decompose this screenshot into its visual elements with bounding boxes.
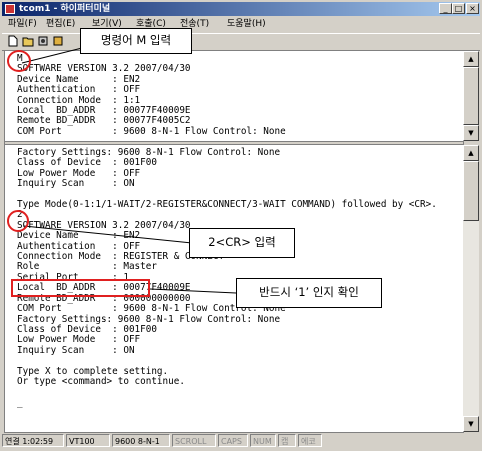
terminal-line: Inquiry Scan : ON bbox=[17, 178, 135, 190]
open-icon[interactable] bbox=[21, 35, 35, 48]
annotation-command-m: 명령어 M 입력 bbox=[80, 28, 192, 54]
scroll-up-icon[interactable]: ▲ bbox=[463, 145, 479, 161]
terminal-line: Connection Mode : 1:1 bbox=[17, 94, 141, 106]
terminal-line: Type X to complete setting. bbox=[17, 365, 169, 377]
highlight-command-m bbox=[7, 50, 31, 72]
highlight-enter-2 bbox=[7, 210, 29, 232]
terminal-line: Device Name : EN2 bbox=[17, 230, 141, 242]
minimize-button[interactable]: _ bbox=[439, 3, 452, 14]
terminal-line: Or type <command> to continue. bbox=[17, 375, 185, 387]
terminal-line: Local BD_ADDR : 00077F40009E bbox=[17, 105, 191, 117]
scroll-thumb[interactable] bbox=[463, 67, 479, 125]
maximize-button[interactable]: □ bbox=[452, 3, 465, 14]
menu-edit[interactable]: 편집(E) bbox=[46, 17, 75, 32]
status-capture: 캡 bbox=[278, 434, 296, 447]
title-bar[interactable]: tcom1 - 하이퍼터미널 _ □ × bbox=[2, 2, 480, 16]
scrollback-pane[interactable]: M SOFTWARE VERSION 3.2 2007/04/30 Device… bbox=[5, 51, 463, 141]
terminal-line: Authentication : OFF bbox=[17, 84, 141, 96]
terminal-line: SOFTWARE VERSION 3.2 2007/04/30 bbox=[17, 63, 191, 75]
hyperterminal-window: tcom1 - 하이퍼터미널 _ □ × 파일(F) 편집(E) 보기(V) 호… bbox=[0, 0, 482, 451]
terminal-line: Authentication : OFF bbox=[17, 240, 141, 252]
terminal-line: Low Power Mode : OFF bbox=[17, 334, 141, 346]
scrollback-text: M SOFTWARE VERSION 3.2 2007/04/30 Device… bbox=[17, 53, 286, 137]
lower-scrollbar[interactable]: ▲ ▼ bbox=[463, 145, 479, 432]
annotation-enter-2: 2<CR> 입력 bbox=[189, 228, 295, 258]
upper-scrollbar[interactable]: ▲ ▼ bbox=[463, 51, 479, 141]
highlight-serial-port bbox=[11, 279, 150, 297]
terminal-line: Low Power Mode : OFF bbox=[17, 167, 141, 179]
status-echo: 에코 bbox=[298, 434, 322, 447]
terminal-line: Remote BD_ADDR : 00077F4005C2 bbox=[17, 115, 191, 127]
annotation-check-serial: 반드시 ‘1’ 인지 확인 bbox=[236, 278, 382, 308]
terminal-line: Device Name : EN2 bbox=[17, 73, 141, 85]
menu-file[interactable]: 파일(F) bbox=[8, 17, 37, 32]
new-icon[interactable] bbox=[6, 35, 20, 48]
scroll-down-icon[interactable]: ▼ bbox=[463, 416, 479, 432]
status-connected-time: 연결 1:02:59 bbox=[2, 434, 64, 447]
terminal-line: Class of Device : 001F00 bbox=[17, 157, 157, 169]
status-num: NUM bbox=[250, 434, 276, 447]
terminal-line: Type Mode(0-1:1/1-WAIT/2-REGISTER&CONNEC… bbox=[17, 199, 437, 211]
menu-help[interactable]: 도움말(H) bbox=[227, 17, 266, 32]
status-scroll: SCROLL bbox=[172, 434, 216, 447]
scroll-down-icon[interactable]: ▼ bbox=[463, 125, 479, 141]
window-title: tcom1 - 하이퍼터미널 bbox=[19, 4, 111, 14]
menu-bar: 파일(F) 편집(E) 보기(V) 호출(C) 전송(T) 도움말(H) bbox=[2, 17, 480, 32]
terminal-line: SOFTWARE VERSION 3.2 2007/04/30 bbox=[17, 219, 191, 231]
terminal-line: Factory Settings: 9600 8-N-1 Flow Contro… bbox=[17, 313, 281, 325]
disconnect-icon[interactable] bbox=[51, 35, 65, 48]
terminal-line: Class of Device : 001F00 bbox=[17, 323, 157, 335]
terminal-line: COM Port : 9600 8-N-1 Flow Control: None bbox=[17, 125, 286, 137]
scroll-thumb[interactable] bbox=[463, 161, 479, 221]
terminal-line: Role : Master bbox=[17, 261, 157, 273]
terminal-line: Inquiry Scan : ON bbox=[17, 344, 135, 356]
terminal-line: _ bbox=[17, 396, 23, 408]
terminal-line: Factory Settings: 9600 8-N-1 Flow Contro… bbox=[17, 147, 281, 158]
status-port-settings: 9600 8-N-1 bbox=[112, 434, 170, 447]
app-icon bbox=[5, 4, 15, 14]
close-button[interactable]: × bbox=[466, 3, 479, 14]
status-bar: 연결 1:02:59 VT100 9600 8-N-1 SCROLL CAPS … bbox=[2, 433, 480, 449]
status-caps: CAPS bbox=[218, 434, 248, 447]
toolbar bbox=[2, 33, 480, 51]
scroll-up-icon[interactable]: ▲ bbox=[463, 51, 479, 67]
status-emulation: VT100 bbox=[66, 434, 110, 447]
connect-icon[interactable] bbox=[36, 35, 50, 48]
